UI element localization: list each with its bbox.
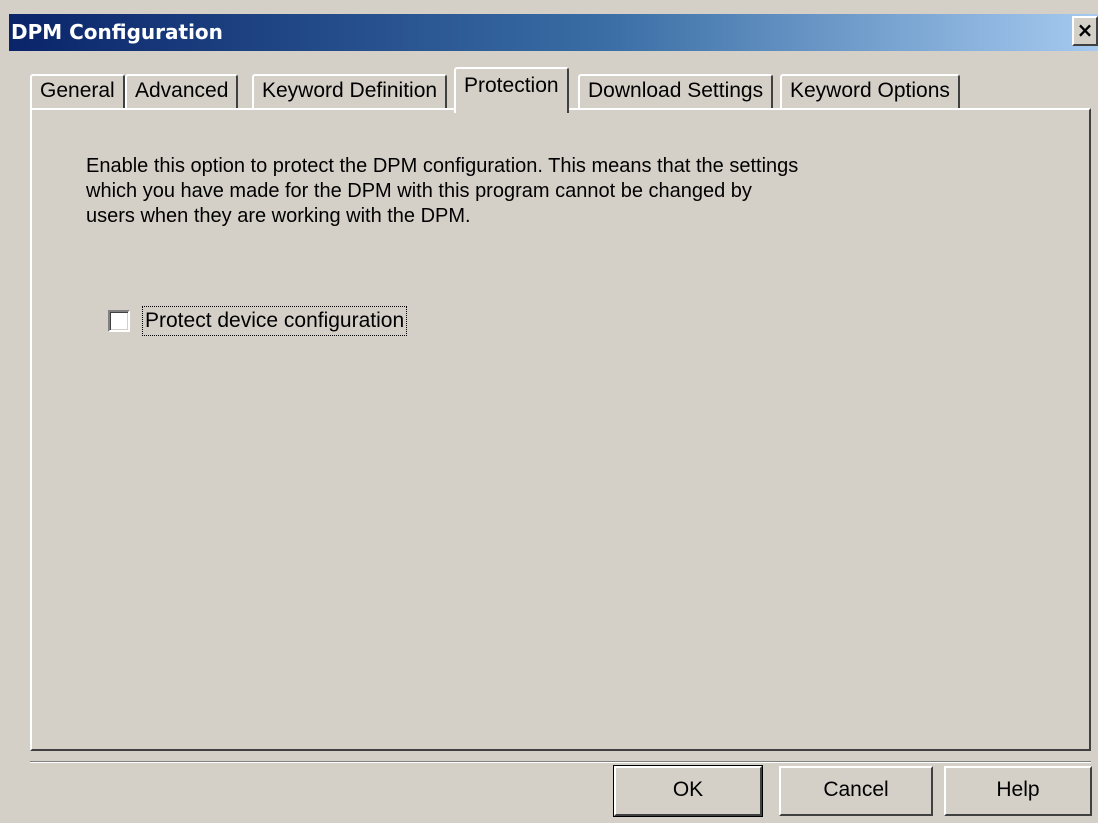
tab-protection[interactable]: Protection bbox=[454, 67, 569, 113]
tab-download-settings[interactable]: Download Settings bbox=[578, 74, 774, 108]
tab-keyword-options[interactable]: Keyword Options bbox=[780, 74, 960, 108]
tab-general[interactable]: General bbox=[30, 74, 125, 108]
tab-label: General bbox=[40, 79, 115, 102]
divider bbox=[30, 761, 1091, 763]
tab-label: Advanced bbox=[135, 79, 229, 102]
tab-advanced[interactable]: Advanced bbox=[125, 74, 239, 108]
cancel-button[interactable]: Cancel bbox=[779, 766, 933, 816]
tab-label: Keyword Definition bbox=[262, 79, 438, 102]
title-bar[interactable]: DPM Configuration × bbox=[9, 14, 1098, 51]
help-button[interactable]: Help bbox=[944, 766, 1092, 816]
tab-keyword-definition[interactable]: Keyword Definition bbox=[252, 74, 448, 108]
window-title: DPM Configuration bbox=[11, 20, 223, 44]
dialog-window: DPM Configuration × General Advanced Key… bbox=[0, 0, 1098, 823]
protection-tab-panel: Enable this option to protect the DPM co… bbox=[30, 108, 1091, 751]
tab-label: Download Settings bbox=[588, 79, 764, 102]
tab-label: Protection bbox=[464, 74, 559, 97]
close-icon: × bbox=[1076, 18, 1094, 42]
tab-label: Keyword Options bbox=[790, 79, 950, 102]
protect-config-label[interactable]: Protect device configuration bbox=[142, 306, 408, 336]
close-button[interactable]: × bbox=[1072, 16, 1098, 46]
protect-config-checkbox[interactable] bbox=[108, 310, 130, 332]
ok-button[interactable]: OK bbox=[614, 766, 762, 816]
protection-description: Enable this option to protect the DPM co… bbox=[86, 155, 799, 227]
